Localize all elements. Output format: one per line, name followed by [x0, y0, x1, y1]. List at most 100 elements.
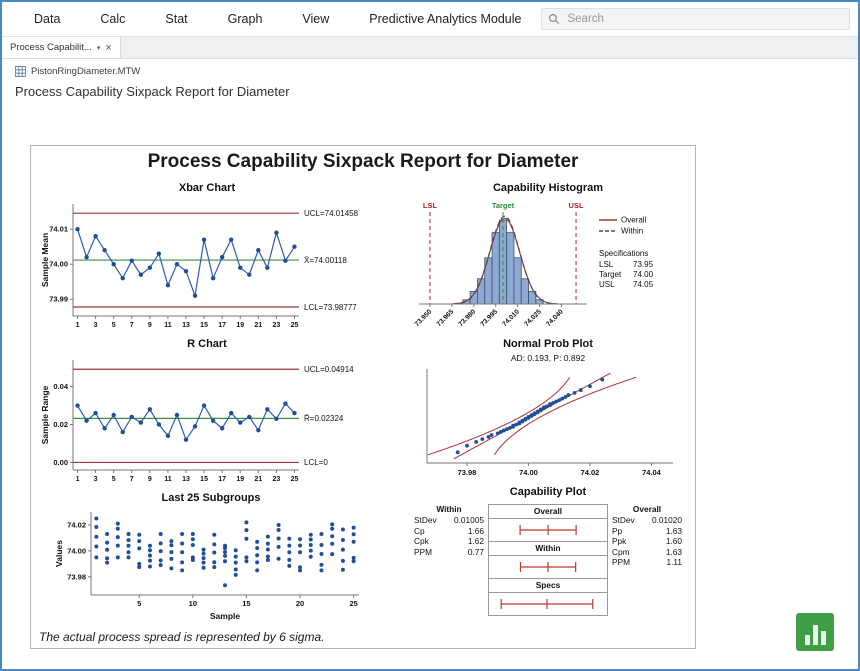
capability-plot-body: WithinStDev0.01005Cp1.66Cpk1.62PPM0.77 O…	[409, 504, 687, 616]
minitab-status-icon[interactable]	[796, 613, 834, 651]
svg-text:25: 25	[291, 476, 299, 483]
capability-overall-row: Ppk1.60	[609, 536, 685, 547]
last-25-subgroups-panel: Last 25 Subgroups 73.9874.0074.025101520…	[53, 492, 369, 622]
svg-text:19: 19	[236, 322, 244, 329]
svg-text:R̄=0.02324: R̄=0.02324	[304, 414, 344, 423]
capability-box-label: Specs	[489, 579, 607, 593]
r-chart-panel: R Chart 0.000.020.0413579111315171921232…	[39, 338, 375, 487]
app-window: Data Calc Stat Graph View Predictive Ana…	[0, 0, 860, 671]
svg-text:74.00: 74.00	[49, 260, 68, 269]
capability-histogram-panel: Capability Histogram LSLTargetUSL73.9507…	[413, 182, 683, 335]
tab-close-icon[interactable]: ×	[105, 42, 111, 54]
svg-text:0.04: 0.04	[53, 382, 68, 391]
menu-item-graph[interactable]: Graph	[208, 12, 283, 26]
menu-item-stat[interactable]: Stat	[145, 12, 207, 26]
svg-text:25: 25	[291, 322, 299, 329]
menu-item-view[interactable]: View	[282, 12, 349, 26]
svg-text:3: 3	[94, 476, 98, 483]
svg-text:Target: Target	[599, 270, 622, 279]
tab-process-capability[interactable]: Process Capabilit... ▾ ×	[2, 37, 121, 58]
menu-item-calc[interactable]: Calc	[80, 12, 145, 26]
menu-bar: Data Calc Stat Graph View Predictive Ana…	[2, 2, 858, 37]
svg-text:73.95: 73.95	[633, 260, 654, 269]
normal-prob-plot-panel: Normal Prob Plot AD: 0.193, P: 0.892 73.…	[413, 338, 683, 480]
capability-overall-row: Cpm1.63	[609, 547, 685, 558]
report-title: Process Capability Sixpack Report for Di…	[31, 151, 695, 173]
svg-text:74.00: 74.00	[633, 270, 654, 279]
capability-within-row: Cpk1.62	[411, 536, 487, 547]
report-footnote: The actual process spread is represented…	[39, 630, 324, 644]
xbar-svg: 73.9974.0074.01135791113151719212325Samp…	[39, 197, 375, 333]
r-chart-canvas: 0.000.020.04135791113151719212325Sample …	[39, 353, 375, 487]
svg-text:15: 15	[200, 322, 208, 329]
subgroups-svg: 73.9874.0074.02510152025SampleValues	[53, 507, 369, 622]
capability-interval-svg	[489, 556, 605, 578]
svg-text:25: 25	[349, 599, 357, 608]
svg-text:20: 20	[296, 599, 304, 608]
svg-text:5: 5	[112, 476, 116, 483]
svg-text:74.00: 74.00	[519, 468, 538, 477]
svg-text:Sample Mean: Sample Mean	[40, 233, 50, 287]
capability-plot-title: Capability Plot	[409, 486, 687, 501]
svg-text:74.05: 74.05	[633, 280, 654, 289]
capability-within-row: Cp1.66	[411, 526, 487, 537]
worksheet-row: PistonRingDiameter.MTW	[15, 64, 858, 79]
output-title: Process Capability Sixpack Report for Di…	[15, 84, 858, 99]
svg-text:Within: Within	[621, 227, 643, 236]
svg-text:23: 23	[273, 322, 281, 329]
capability-interval	[489, 593, 607, 615]
capability-interval	[489, 519, 607, 542]
svg-text:9: 9	[148, 322, 152, 329]
last-25-subgroups-canvas: 73.9874.0074.02510152025SampleValues	[53, 507, 369, 622]
r-chart-title: R Chart	[39, 338, 375, 353]
svg-text:17: 17	[218, 476, 226, 483]
rchart-svg: 0.000.020.04135791113151719212325Sample …	[39, 353, 375, 487]
tab-caret-icon[interactable]: ▾	[97, 44, 101, 52]
svg-text:1: 1	[76, 476, 80, 483]
svg-text:X̄=74.00118: X̄=74.00118	[304, 256, 347, 265]
capability-histogram-title: Capability Histogram	[413, 182, 683, 197]
capability-overall-row: Pp1.63	[609, 526, 685, 537]
menu-item-data[interactable]: Data	[14, 12, 80, 26]
normal-prob-plot-canvas: 73.9874.0074.0274.04	[413, 364, 683, 480]
svg-text:74.04: 74.04	[642, 468, 662, 477]
capability-interval	[489, 556, 607, 579]
normal-prob-plot-title: Normal Prob Plot	[413, 338, 683, 353]
capability-overall-row: PPM1.11	[609, 557, 685, 568]
svg-text:13: 13	[182, 322, 190, 329]
svg-text:LCL=73.98777: LCL=73.98777	[304, 303, 357, 312]
last-25-subgroups-title: Last 25 Subgroups	[53, 492, 369, 507]
bar-chart-icon	[821, 631, 826, 645]
svg-text:23: 23	[273, 476, 281, 483]
svg-text:LSL: LSL	[599, 260, 614, 269]
svg-text:5: 5	[137, 599, 141, 608]
svg-text:Values: Values	[54, 540, 64, 567]
svg-text:73.98: 73.98	[458, 468, 477, 477]
svg-text:11: 11	[164, 322, 172, 329]
capability-within-stats: WithinStDev0.01005Cp1.66Cpk1.62PPM0.77	[411, 504, 487, 616]
svg-text:73.965: 73.965	[436, 308, 456, 328]
svg-text:73.995: 73.995	[479, 308, 499, 328]
bar-chart-icon	[813, 625, 818, 645]
svg-text:19: 19	[236, 476, 244, 483]
capability-within-row: PPM0.77	[411, 547, 487, 558]
capability-within-header: Within	[411, 504, 487, 515]
tab-label: Process Capabilit...	[10, 42, 92, 53]
svg-text:5: 5	[112, 322, 116, 329]
svg-text:17: 17	[218, 322, 226, 329]
xbar-chart-panel: Xbar Chart 73.9974.0074.0113579111315171…	[39, 182, 375, 333]
tab-strip: Process Capabilit... ▾ ×	[2, 37, 858, 59]
capability-box-label: Within	[489, 542, 607, 556]
svg-text:13: 13	[182, 476, 190, 483]
svg-text:LSL: LSL	[423, 201, 438, 210]
svg-text:7: 7	[130, 476, 134, 483]
svg-text:Overall: Overall	[621, 216, 647, 225]
capability-within-row: StDev0.01005	[411, 515, 487, 526]
report-canvas: Process Capability Sixpack Report for Di…	[2, 107, 858, 669]
capability-overall-header: Overall	[609, 504, 685, 515]
svg-text:10: 10	[189, 599, 197, 608]
search-input[interactable]	[565, 12, 843, 26]
menu-item-predictive-analytics[interactable]: Predictive Analytics Module	[349, 12, 541, 26]
search-box[interactable]	[541, 8, 850, 30]
capability-interval-svg	[489, 593, 605, 615]
